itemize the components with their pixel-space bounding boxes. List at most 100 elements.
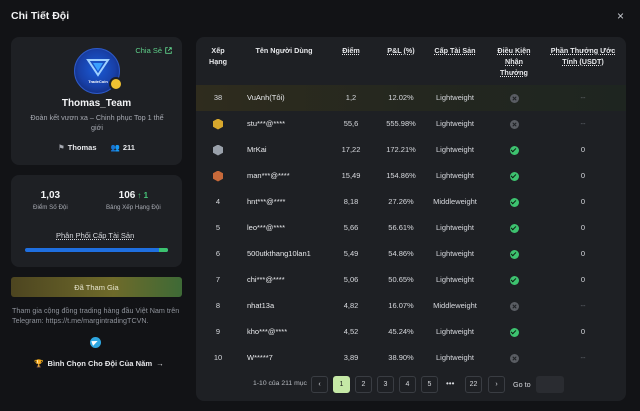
cell-tier: Lightweight <box>436 353 474 362</box>
team-score: 1,03 Điểm Số Đội <box>33 190 68 211</box>
cell-points: 55,6 <box>343 119 359 128</box>
cell-points: 5,06 <box>343 275 359 284</box>
check-circle-icon <box>509 171 519 181</box>
x-circle-icon <box>509 353 519 363</box>
page-4-button[interactable]: 4 <box>399 376 416 393</box>
table-row: 4 hnt***@**** 8,18 27.26% Middleweight 0 <box>196 189 626 215</box>
col-condition: Điều Kiện Nhận Thưởng <box>497 46 531 77</box>
table-row: 5 leo***@**** 5,66 56.61% Lightweight 0 <box>196 215 626 241</box>
goto-label: Go to <box>513 380 531 389</box>
cell-rank <box>206 111 230 137</box>
cell-pnl: 27.26% <box>388 197 414 206</box>
modal-title: Chi Tiết Đội <box>11 10 70 22</box>
cell-user: stu***@**** <box>247 119 286 128</box>
team-rank-label: Bảng Xếp Hạng Đội <box>106 204 161 211</box>
col-reward: Phần Thưởng Ước Tính (USDT) <box>550 46 616 66</box>
team-logo: TradeCoin <box>74 48 123 94</box>
member-count: 211 <box>122 143 135 152</box>
cell-user: 500utkthang10lan1 <box>247 249 311 258</box>
cell-user: nhat13a <box>247 301 275 310</box>
cell-reward: 0 <box>580 171 586 180</box>
goto-page-input[interactable] <box>536 376 564 393</box>
cell-user: W*****7 <box>247 353 273 362</box>
cell-user: MrKai <box>247 145 267 154</box>
page-1-button[interactable]: 1 <box>333 376 350 393</box>
page-5-button[interactable]: 5 <box>421 376 438 393</box>
flag-icon: ⚑ <box>58 143 65 152</box>
silver-medal-icon <box>213 144 223 156</box>
asset-distribution-title[interactable]: Phân Phối Cấp Tài Sản <box>56 231 134 240</box>
telegram-text: Tham gia cộng đồng trading hàng đầu Việt… <box>12 306 180 325</box>
users-icon: 👥 <box>110 143 120 152</box>
cell-cond <box>502 189 526 215</box>
team-score-value: 1,03 <box>40 190 61 201</box>
cell-points: 3,89 <box>343 353 359 362</box>
cell-tier: Lightweight <box>436 171 474 180</box>
close-icon[interactable]: × <box>617 9 624 23</box>
next-page-button[interactable]: › <box>488 376 505 393</box>
cell-reward: 0 <box>580 223 586 232</box>
cell-reward: 0 <box>580 249 586 258</box>
cell-rank: 7 <box>215 275 221 284</box>
cell-rank <box>206 137 230 163</box>
cell-pnl: 555.98% <box>386 119 416 128</box>
joined-button[interactable]: Đã Tham Gia <box>11 277 182 297</box>
cell-cond <box>502 111 526 137</box>
cell-rank: 6 <box>215 249 221 258</box>
cell-reward: -- <box>580 93 586 102</box>
table-row: MrKai 17,22 172.21% Lightweight 0 <box>196 137 626 163</box>
pagination-ellipsis[interactable]: ••• <box>446 376 454 391</box>
page-last-button[interactable]: 22 <box>465 376 482 393</box>
col-pnl: P&L (%) <box>387 46 415 55</box>
table-row: 9 kho***@**** 4,52 45.24% Lightweight 0 <box>196 319 626 345</box>
cell-pnl: 38.90% <box>388 353 414 362</box>
page-3-button[interactable]: 3 <box>377 376 394 393</box>
telegram-icon[interactable] <box>90 337 101 348</box>
share-label: Chia Sẻ <box>135 46 162 55</box>
cell-rank: 8 <box>215 301 221 310</box>
cell-points: 1,2 <box>345 93 357 102</box>
cell-tier: Lightweight <box>436 327 474 336</box>
cell-reward: 0 <box>580 145 586 154</box>
cell-tier: Lightweight <box>436 249 474 258</box>
members-table-card: Xếp Hạng Tên Người Dùng Điểm P&L (%) Cấp… <box>196 37 626 401</box>
trophy-icon: 🏆 <box>34 359 44 368</box>
cell-pnl: 45.24% <box>388 327 414 336</box>
pagination-info: 1-10 của 211 mục <box>253 380 307 387</box>
page-2-button[interactable]: 2 <box>355 376 372 393</box>
cell-rank: 5 <box>215 223 221 232</box>
x-circle-icon <box>509 119 519 129</box>
table-row: 10 W*****7 3,89 38.90% Lightweight -- <box>196 345 626 371</box>
cell-cond <box>502 85 526 111</box>
cell-cond <box>502 319 526 345</box>
cell-points: 5,49 <box>343 249 359 258</box>
cell-points: 4,52 <box>343 327 359 336</box>
team-description: Đoàn kết vươn xa – Chinh phục Top 1 thế … <box>30 113 164 132</box>
cell-pnl: 56.61% <box>388 223 414 232</box>
team-logo-icon <box>86 59 110 77</box>
cell-reward: 0 <box>580 275 586 284</box>
check-circle-icon <box>509 249 519 259</box>
table-row-self: 38 VuAnh(Tôi) 1,2 12.02% Lightweight -- <box>196 85 626 111</box>
cell-cond <box>502 293 526 319</box>
cell-pnl: 12.02% <box>388 93 414 102</box>
prev-page-button[interactable]: ‹ <box>311 376 328 393</box>
table-row: 7 chi***@**** 5,06 50.65% Lightweight 0 <box>196 267 626 293</box>
cell-user: kho***@**** <box>247 327 288 336</box>
team-rank: 106 ↑ 1 Bảng Xếp Hạng Đội <box>106 190 161 211</box>
cell-rank: 38 <box>213 93 223 102</box>
cell-user: leo***@**** <box>247 223 286 232</box>
cell-rank: 10 <box>213 353 223 362</box>
vote-team-link[interactable]: 🏆 Bình Chọn Cho Đội Của Năm → <box>34 359 164 368</box>
cell-reward: -- <box>580 119 586 128</box>
check-circle-icon <box>509 145 519 155</box>
cell-cond <box>502 215 526 241</box>
external-link-icon <box>165 47 172 54</box>
x-circle-icon <box>509 93 519 103</box>
cell-points: 15,49 <box>341 171 361 180</box>
cell-reward: -- <box>580 301 586 310</box>
col-rank: Xếp Hạng <box>209 46 227 66</box>
team-profile-card: Chia Sẻ TradeCoin Thomas_Team Đoàn kết v… <box>11 37 182 165</box>
share-button[interactable]: Chia Sẻ <box>135 46 172 55</box>
table-row: stu***@**** 55,6 555.98% Lightweight -- <box>196 111 626 137</box>
